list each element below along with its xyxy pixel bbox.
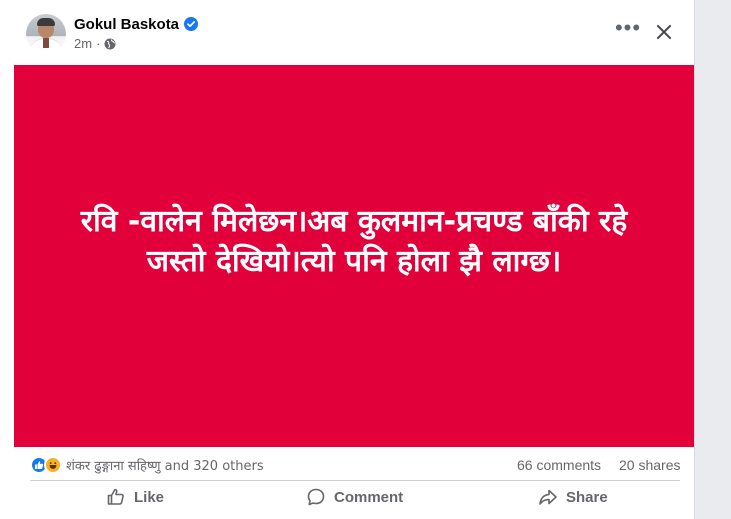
post-meta: 2m · xyxy=(74,36,116,51)
share-icon xyxy=(539,489,557,505)
share-button[interactable]: Share xyxy=(538,484,608,510)
comments-count[interactable]: 66 comments xyxy=(517,457,601,473)
more-options-icon: ••• xyxy=(614,15,642,40)
haha-reaction-icon xyxy=(44,456,62,474)
author-avatar[interactable] xyxy=(26,14,66,54)
globe-icon[interactable] xyxy=(104,38,116,50)
close-icon xyxy=(657,25,671,39)
comment-icon xyxy=(307,488,325,506)
like-button[interactable]: Like xyxy=(106,484,164,510)
close-button[interactable] xyxy=(650,18,678,46)
post-stats: शंकर ढुङ्गाना सहिष्णु and 320 others 66 … xyxy=(14,449,694,479)
reaction-names[interactable]: शंकर ढुङ्गाना सहिष्णु and 320 others xyxy=(66,456,264,474)
avatar-tie xyxy=(43,38,49,48)
avatar-hair xyxy=(37,18,55,26)
verified-badge-icon xyxy=(184,17,199,31)
reactions-summary[interactable]: शंकर ढुङ्गाना सहिष्णु and 320 others xyxy=(30,456,264,474)
share-label: Share xyxy=(566,488,608,506)
post-text-background[interactable]: रवि -वालेन मिलेछन।अब कुलमान-प्रचण्ड बाँक… xyxy=(14,65,694,447)
shares-count[interactable]: 20 shares xyxy=(619,457,680,473)
comment-label: Comment xyxy=(334,488,404,506)
like-icon xyxy=(107,488,124,505)
meta-separator: · xyxy=(96,36,101,51)
post-card: Gokul Baskota 2m · ••• रवि -वालेन मिलेछन… xyxy=(0,0,695,519)
post-timestamp[interactable]: 2m xyxy=(74,36,92,51)
author-row: Gokul Baskota xyxy=(74,14,199,34)
post-header: Gokul Baskota 2m · ••• xyxy=(0,0,694,64)
post-text: रवि -वालेन मिलेछन।अब कुलमान-प्रचण्ड बाँक… xyxy=(80,204,628,279)
comment-button[interactable]: Comment xyxy=(306,484,403,510)
action-bar: Like Comment Share xyxy=(14,482,694,512)
author-name[interactable]: Gokul Baskota xyxy=(74,16,179,33)
more-options-button[interactable]: ••• xyxy=(612,15,644,44)
action-divider xyxy=(30,480,680,481)
like-label: Like xyxy=(134,488,165,506)
